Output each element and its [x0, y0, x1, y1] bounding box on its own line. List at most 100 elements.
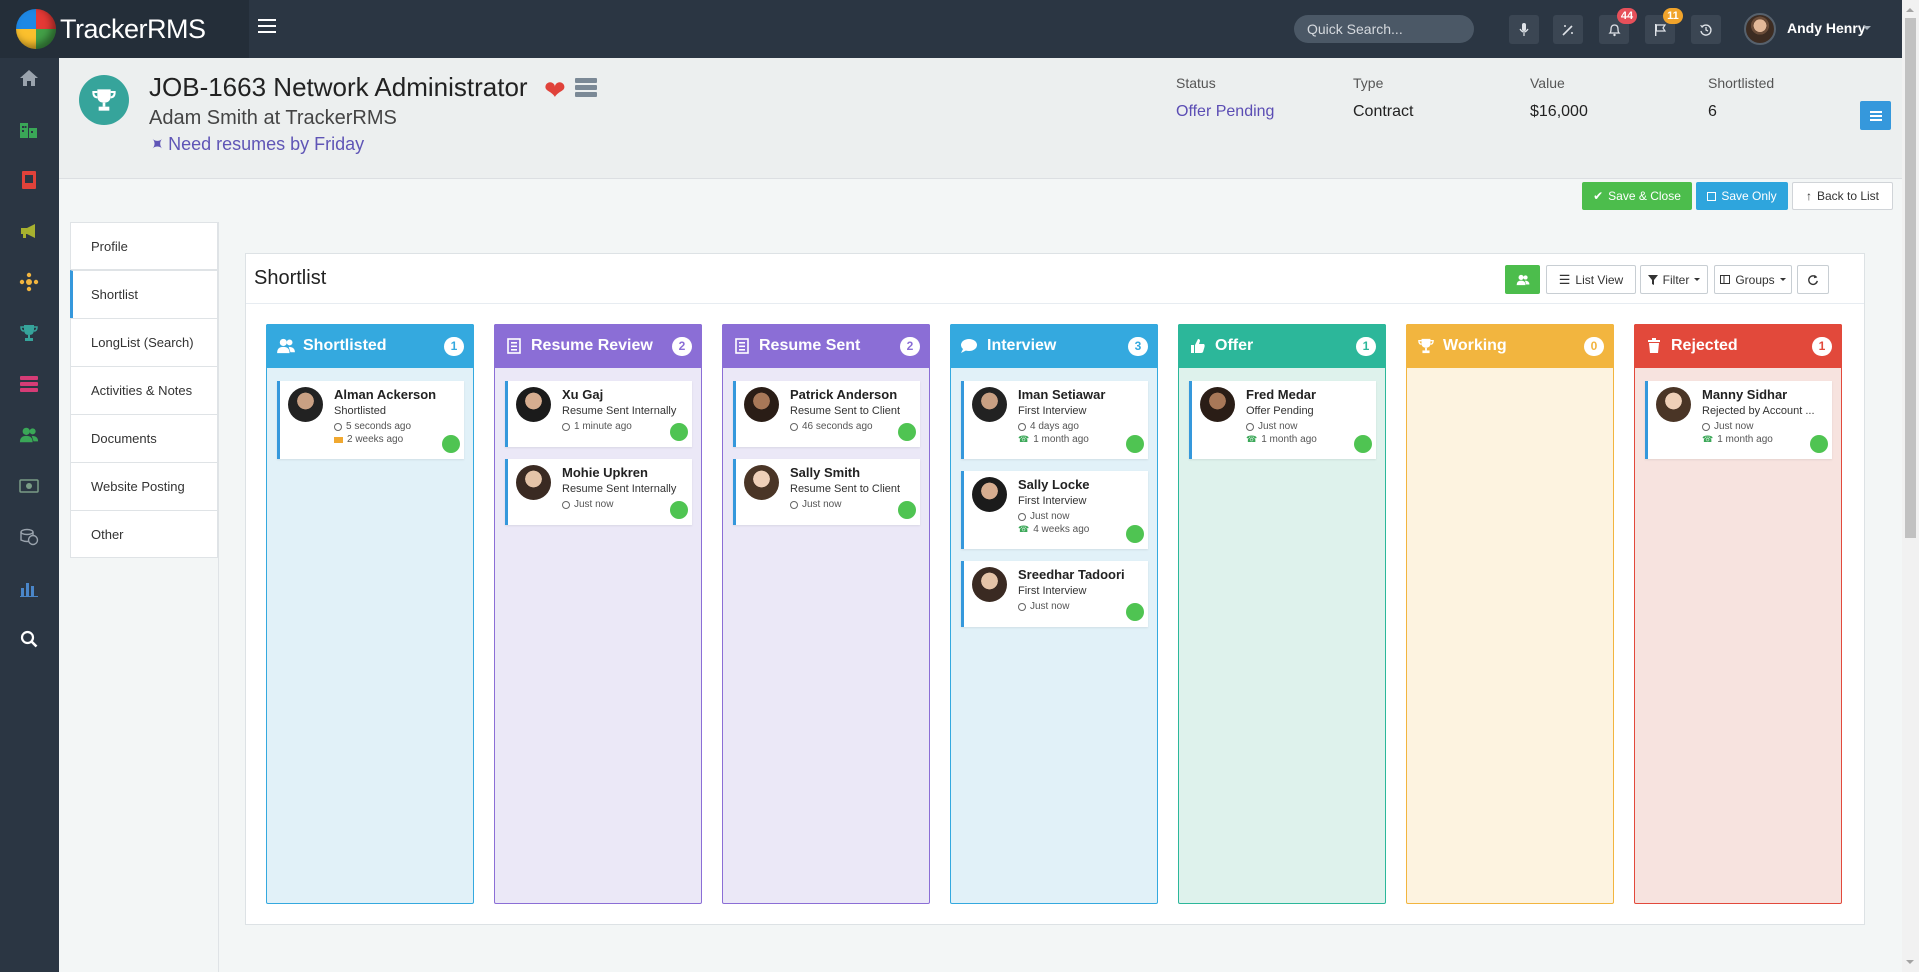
candidate-card[interactable]: Xu Gaj Resume Sent Internally 1 minute ago	[505, 381, 692, 447]
candidate-name[interactable]: Fred Medar	[1246, 387, 1316, 402]
candidates-icon[interactable]	[19, 425, 39, 445]
candidate-card[interactable]: Mohie Upkren Resume Sent Internally Just n…	[505, 459, 692, 525]
tab-longlist[interactable]: LongList (Search)	[70, 318, 218, 366]
kanban-column-shortlisted: Shortlisted 1 Alman Ackerson Shortlisted 5 s…	[266, 324, 474, 904]
megaphone-icon[interactable]	[19, 221, 39, 241]
candidate-card[interactable]: Sally Smith Resume Sent to Client Just now	[733, 459, 920, 525]
column-header[interactable]: Shortlisted 1	[266, 324, 474, 368]
phone-icon: ☎	[1018, 434, 1030, 444]
kanban-column-interview: Interview 3 Iman Setiawar First Interview 4 …	[950, 324, 1158, 904]
column-header[interactable]: Rejected 1	[1634, 324, 1842, 368]
logo[interactable]: TrackerRMS	[0, 0, 249, 58]
history-icon[interactable]	[1691, 15, 1721, 44]
hamburger-menu-icon[interactable]	[258, 19, 276, 37]
candidate-avatar	[972, 567, 1007, 602]
refresh-button[interactable]	[1797, 265, 1829, 294]
candidate-name[interactable]: Sally Locke	[1018, 477, 1090, 492]
groups-dropdown[interactable]: Groups	[1714, 265, 1792, 294]
last-update-time: Just now	[1702, 421, 1753, 432]
user-dropdown-icon[interactable]	[1863, 26, 1871, 34]
column-header[interactable]: Resume Review 2	[494, 324, 702, 368]
candidate-name[interactable]: Patrick Anderson	[790, 387, 897, 402]
candidate-status: Offer Pending	[1246, 405, 1314, 417]
candidate-card[interactable]: Patrick Anderson Resume Sent to Client 46 …	[733, 381, 920, 447]
column-header[interactable]: Working 0	[1406, 324, 1614, 368]
candidate-card[interactable]: Iman Setiawar First Interview 4 days ago ☎ 1…	[961, 381, 1148, 459]
heart-icon[interactable]: ❤	[544, 75, 566, 106]
tab-profile[interactable]: Profile	[70, 222, 218, 270]
column-count-badge: 2	[900, 337, 920, 356]
trophy-icon[interactable]	[19, 323, 39, 343]
network-icon[interactable]	[19, 272, 39, 292]
candidate-name[interactable]: Manny Sidhar	[1702, 387, 1787, 402]
time-text: 1 month ago	[1717, 434, 1773, 445]
save-close-label: Save & Close	[1608, 189, 1681, 203]
scrollbar-thumb[interactable]	[1905, 18, 1916, 538]
back-to-list-button[interactable]: ↑ Back to List	[1792, 182, 1893, 210]
tab-other[interactable]: Other	[70, 510, 218, 558]
clock-icon	[1018, 422, 1026, 431]
list-icon[interactable]	[19, 374, 39, 394]
options-menu-button[interactable]	[1860, 101, 1891, 130]
search-icon[interactable]	[19, 629, 39, 649]
candidate-card[interactable]: Alman Ackerson Shortlisted 5 seconds ago 2 …	[277, 381, 464, 459]
list-view-button[interactable]: ☰ List View	[1546, 265, 1636, 294]
filter-label: Filter	[1662, 272, 1690, 287]
column-title: Shortlisted	[303, 337, 387, 354]
tab-documents[interactable]: Documents	[70, 414, 218, 462]
companies-icon[interactable]	[19, 119, 39, 139]
scroll-down-icon[interactable]	[1906, 960, 1914, 968]
phone-icon: ☎	[1018, 524, 1030, 534]
kanban-column-working: Working 0	[1406, 324, 1614, 904]
online-status-dot	[1354, 435, 1372, 453]
online-status-dot	[1126, 435, 1144, 453]
candidate-card[interactable]: Manny Sidhar Rejected by Account ... Just …	[1645, 381, 1832, 459]
home-icon[interactable]	[19, 68, 39, 88]
groups-label: Groups	[1735, 272, 1775, 287]
coins-icon[interactable]	[19, 527, 39, 547]
candidate-card[interactable]: Sreedhar Tadoori First Interview Just now	[961, 561, 1148, 627]
bell-icon[interactable]: 44	[1599, 8, 1637, 44]
add-candidate-button[interactable]	[1505, 265, 1540, 294]
user-name[interactable]: Andy Henry	[1787, 20, 1866, 36]
candidate-name[interactable]: Xu Gaj	[562, 387, 603, 402]
quick-search-input[interactable]	[1294, 15, 1474, 43]
candidate-card[interactable]: Sally Locke First Interview Just now ☎ 4 wee…	[961, 471, 1148, 549]
candidate-name[interactable]: Sreedhar Tadoori	[1018, 567, 1125, 582]
candidate-card[interactable]: Fred Medar Offer Pending Just now ☎ 1 month …	[1189, 381, 1376, 459]
column-header[interactable]: Resume Sent 2	[722, 324, 930, 368]
magic-wand-icon[interactable]	[1553, 15, 1583, 44]
candidate-name[interactable]: Mohie Upkren	[562, 465, 648, 480]
caret-down-icon	[1694, 278, 1701, 284]
tab-activities-notes[interactable]: Activities & Notes	[70, 366, 218, 414]
money-icon[interactable]	[19, 476, 39, 496]
time-text: Just now	[1030, 601, 1070, 612]
save-only-button[interactable]: Save Only	[1696, 182, 1788, 210]
save-close-button[interactable]: ✔ Save & Close	[1582, 182, 1692, 210]
candidate-name[interactable]: Sally Smith	[790, 465, 860, 480]
stat-label: Type	[1353, 75, 1384, 91]
stat-label: Status	[1176, 75, 1216, 91]
stat-value[interactable]: Offer Pending	[1176, 103, 1274, 121]
stack-icon[interactable]	[575, 78, 597, 99]
candidate-avatar	[1200, 387, 1235, 422]
page-scrollbar[interactable]	[1902, 0, 1919, 972]
time-text: 1 month ago	[1033, 434, 1089, 445]
tab-website-posting[interactable]: Website Posting	[70, 462, 218, 510]
reports-chart-icon[interactable]	[19, 578, 39, 598]
contacts-icon[interactable]	[19, 170, 39, 190]
pinned-note[interactable]: ✦Need resumes by Friday	[144, 132, 364, 157]
column-header[interactable]: Offer 1	[1178, 324, 1386, 368]
user-avatar[interactable]	[1744, 13, 1776, 45]
candidate-name[interactable]: Iman Setiawar	[1018, 387, 1105, 402]
time-text: 4 days ago	[1030, 421, 1079, 432]
flag-icon[interactable]: 11	[1645, 8, 1683, 44]
scroll-up-icon[interactable]	[1906, 4, 1914, 12]
microphone-icon[interactable]	[1509, 15, 1539, 44]
divider	[218, 222, 219, 972]
candidate-name[interactable]: Alman Ackerson	[334, 387, 436, 402]
tab-shortlist[interactable]: Shortlist	[70, 270, 218, 318]
kanban-column-resume-sent: Resume Sent 2 Patrick Anderson Resume Sent …	[722, 324, 930, 904]
filter-dropdown[interactable]: Filter	[1640, 265, 1708, 294]
column-header[interactable]: Interview 3	[950, 324, 1158, 368]
